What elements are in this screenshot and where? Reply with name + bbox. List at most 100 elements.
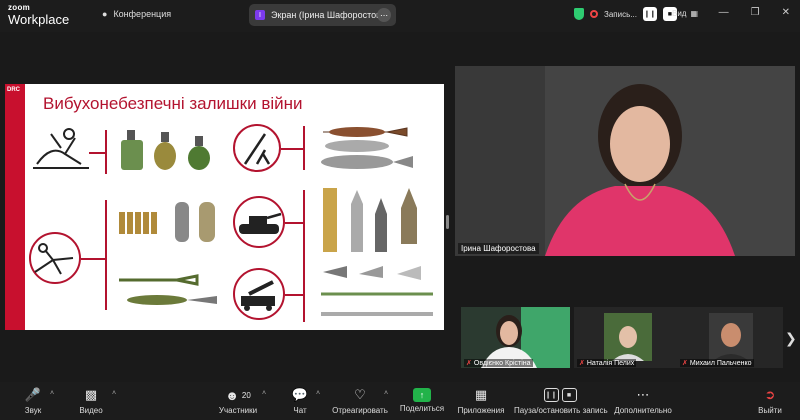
conference-info[interactable]: ● Конференция [102,9,171,19]
mic-off-icon: ✗ [682,360,688,367]
more-label: Дополнительно [614,406,672,415]
tank-icon [239,212,282,234]
video-button[interactable]: ▩ Видео [74,386,108,415]
more-icon: ⋯ [636,387,650,402]
slide-title: Вибухонебезпечні залишки війни [43,94,303,113]
connector-line [281,148,303,150]
participants-icon: ☻ 20 [225,387,251,403]
participant-name: ✗ Михаил Пальченко [680,359,754,367]
chevron-right-icon[interactable]: ❯ [785,330,797,347]
view-grid-icon: ▦ [690,9,699,18]
recording-label: Запись... [604,9,637,19]
share-badge: I [255,10,265,20]
screen-share-pill[interactable]: I Экран (Ірина Шафоростова) ⋯ [249,4,396,26]
pause-recording-icon[interactable]: ❙❙ [642,7,657,21]
rockets-illustration [321,266,433,316]
mortar-shells-illustration [321,127,413,169]
apps-icon: ▦ [474,387,488,402]
more-options-icon[interactable]: ⋯ [377,8,391,22]
chevron-up-icon[interactable]: ˄ [316,390,320,397]
artillery-shells-illustration [323,188,417,252]
chat-icon: 💬 [291,387,309,402]
conference-label: Конференция [113,9,172,19]
paw-icon: ● [102,9,108,19]
react-label: Отреагировать [332,406,388,415]
main-video-name: Ірина Шафоростова [458,243,539,254]
heart-icon: ♡ [354,387,366,402]
mortar-icon [243,133,271,165]
chevron-up-icon[interactable]: ˄ [262,390,266,397]
apps-button[interactable]: ▦ Приложения [456,386,506,415]
mortar-circle [233,124,281,172]
participant-name: ✗ Наталія Пелих [577,359,637,367]
chevron-up-icon[interactable]: ˄ [112,390,116,397]
drc-bar [5,84,25,330]
grenades-illustration [121,130,210,170]
chevron-up-icon[interactable]: ˄ [50,390,54,397]
leave-button[interactable]: ➲ Выйти [756,386,784,415]
logo-workplace-text: Workplace [8,12,70,27]
participant-name-text: Наталія Пелих [586,359,635,367]
soldier-aiming-icon [34,243,74,275]
participants-count: 20 [241,390,251,400]
share-button[interactable]: ↑ Поделиться [398,386,446,413]
participant-thumbnail[interactable]: ✗ Наталія Пелих [574,307,683,368]
participants-label: Участники [218,406,258,415]
record-dot-icon [590,10,598,18]
pause-record-label: Пауза/остановить запись [514,406,608,415]
bracket-line [105,130,107,174]
participant-thumbnail[interactable]: ✗ Овдієнко Крістіна [461,307,570,368]
recording-indicator: Запись... ❙❙ ■ [574,7,677,21]
rocket-launcher-circle [233,268,285,320]
drc-label: DRC [7,87,20,93]
participant-name-text: Михаил Пальченко [689,359,752,367]
restore-icon[interactable]: ❐ [751,7,760,18]
mic-off-icon: ✗ [466,360,472,367]
participant-thumbnail[interactable]: ✗ Михаил Пальченко [677,307,783,368]
apps-label: Приложения [457,406,505,415]
main-video-tile[interactable] [455,66,795,256]
view-menu[interactable]: Вид ▦ [672,9,698,18]
view-label: Вид [672,9,687,18]
share-pill-label: Экран (Ірина Шафоростова) [271,10,389,20]
connector-line [285,294,303,296]
soldier-throwing-illustration [33,128,89,169]
zoom-logo: zoom Workplace [8,3,70,27]
shared-slide: DRC Вибухонебезпечні залишки війни [5,84,444,330]
shield-icon[interactable] [574,8,584,20]
participant-name: ✗ Овдієнко Крістіна [464,359,533,367]
pause-icon: ❙❙ [543,388,559,402]
close-icon[interactable]: ✕ [782,7,790,18]
minimize-icon[interactable]: — [719,7,729,18]
bracket-line [105,200,107,310]
video-label: Видео [79,406,103,415]
bracket-line [303,190,305,322]
audio-label: Звук [24,406,42,415]
bottom-toolbar: 🎤 Звук ˄ ▩ Видео ˄ ☻ 20 Участники ˄ 💬 Чат… [0,382,800,420]
pause-record-button[interactable]: ❙❙ ■ Пауза/остановить запись [514,386,608,415]
react-button[interactable]: ♡ Отреагировать [330,386,390,415]
rpg-rockets-illustration [119,274,217,305]
more-button[interactable]: ⋯ Дополнительно [614,386,672,415]
pause-stop-icons: ❙❙ ■ [514,386,606,404]
participants-button[interactable]: ☻ 20 Участники [208,386,268,416]
rocket-launcher-icon [241,280,275,311]
top-bar: zoom Workplace ● Конференция I Экран (Ір… [0,0,800,32]
share-label: Поделиться [399,404,445,413]
leave-label: Выйти [758,406,782,415]
audio-button[interactable]: 🎤 Звук [18,386,48,415]
stop-icon: ■ [561,388,577,402]
logo-zoom-text: zoom [8,3,31,12]
panel-resize-handle[interactable] [446,215,449,229]
soldier-aiming-circle [29,232,81,284]
leave-icon: ➲ [764,387,776,402]
connector-line [81,258,107,260]
speaker-video-feed [455,66,795,256]
connector-line [285,222,303,224]
participant-name-text: Овдієнко Крістіна [473,359,531,367]
chat-button[interactable]: 💬 Чат [288,386,312,415]
tank-circle [233,196,285,248]
camera-icon: ▩ [84,387,98,402]
chat-label: Чат [293,406,307,415]
chevron-up-icon[interactable]: ˄ [384,390,388,397]
